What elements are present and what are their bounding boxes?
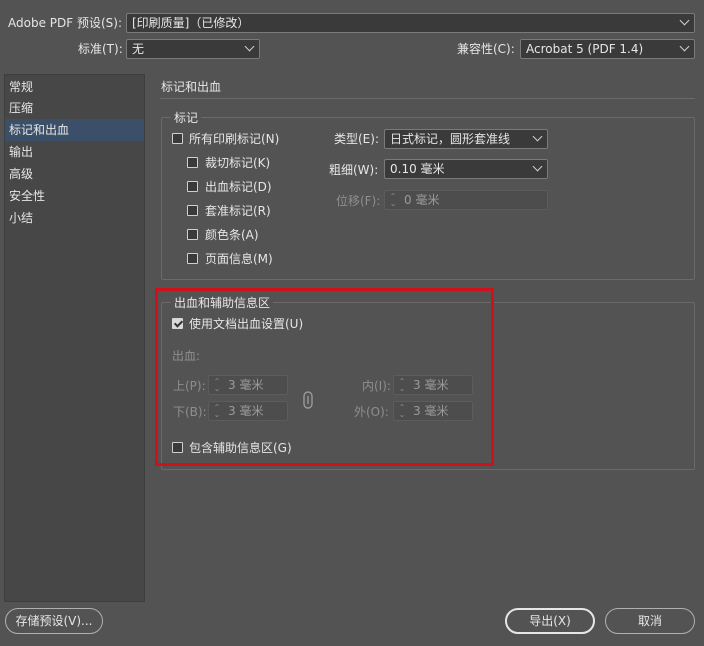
sidebar-item-label: 小结 [9,211,34,225]
sidebar-item-general[interactable]: 常规 [5,76,144,98]
chevron-down-icon [244,41,255,52]
sidebar-item-marks-and-bleeds[interactable]: 标记和出血 [5,119,144,141]
color-bars-checkbox[interactable] [187,229,198,240]
pdf-preset-label: Adobe PDF 预设(S): [8,16,122,30]
all-marks-checkbox[interactable] [172,133,183,144]
sidebar-item-label: 压缩 [9,101,34,115]
pdf-preset-value: [印刷质量]（已修改） [132,16,250,30]
chevron-down-icon [679,15,690,26]
registration-marks-checkbox[interactable] [187,205,198,216]
sidebar-item-security[interactable]: 安全性 [5,185,144,207]
all-marks-label: 所有印刷标记(N) [189,132,280,146]
bleed-marks-checkbox[interactable] [187,181,198,192]
marks-offset-stepper: ⌃ ⌄ 0 毫米 [384,190,548,210]
marks-weight-dropdown[interactable]: 0.10 毫米 [384,159,548,179]
marks-group-title: 标记 [171,110,202,126]
crop-marks-label: 裁切标记(K) [205,156,271,170]
category-sidebar: 常规 压缩 标记和出血 输出 高级 安全性 小结 [4,74,145,602]
pdf-preset-dropdown[interactable]: [印刷质量]（已修改） [126,13,695,33]
chevron-down-icon [532,161,543,172]
section-divider [160,98,695,99]
sidebar-item-label: 输出 [9,145,34,159]
sidebar-item-label: 常规 [9,80,34,94]
standard-value: 无 [132,42,145,56]
marks-type-label: 类型(E): [334,132,379,146]
color-bars-label: 颜色条(A) [205,228,259,242]
marks-weight-value: 0.10 毫米 [390,162,445,176]
sidebar-item-compression[interactable]: 压缩 [5,97,144,119]
registration-marks-label: 套准标记(R) [205,204,271,218]
section-title: 标记和出血 [161,80,222,94]
compatibility-dropdown[interactable]: Acrobat 5 (PDF 1.4) [520,39,695,59]
crop-marks-checkbox[interactable] [187,157,198,168]
marks-offset-value: 0 毫米 [404,193,440,207]
marks-weight-label: 粗细(W): [329,163,379,177]
sidebar-item-output[interactable]: 输出 [5,141,144,163]
marks-type-value: 日式标记，圆形套准线 [390,132,511,146]
page-info-label: 页面信息(M) [205,252,273,266]
sidebar-item-label: 安全性 [9,189,46,203]
page-info-checkbox[interactable] [187,253,198,264]
standard-dropdown[interactable]: 无 [126,39,260,59]
sidebar-item-label: 高级 [9,167,34,181]
sidebar-item-advanced[interactable]: 高级 [5,163,144,185]
marks-offset-label: 位移(F): [336,194,381,208]
marks-type-dropdown[interactable]: 日式标记，圆形套准线 [384,129,548,149]
chevron-down-icon [532,131,543,142]
export-button[interactable]: 导出(X) [505,608,595,634]
sidebar-item-summary[interactable]: 小结 [5,207,144,229]
highlight-annotation-box [155,288,494,466]
chevron-down-icon [679,41,690,52]
cancel-button[interactable]: 取消 [605,608,695,634]
compatibility-label: 兼容性(C): [457,42,515,56]
compatibility-value: Acrobat 5 (PDF 1.4) [526,42,644,56]
stepper-arrows-icon: ⌃ ⌄ [389,192,397,208]
bleed-marks-label: 出血标记(D) [205,180,272,194]
save-preset-button[interactable]: 存储预设(V)... [5,608,103,634]
standard-label: 标准(T): [78,42,123,56]
sidebar-item-label: 标记和出血 [9,123,70,137]
